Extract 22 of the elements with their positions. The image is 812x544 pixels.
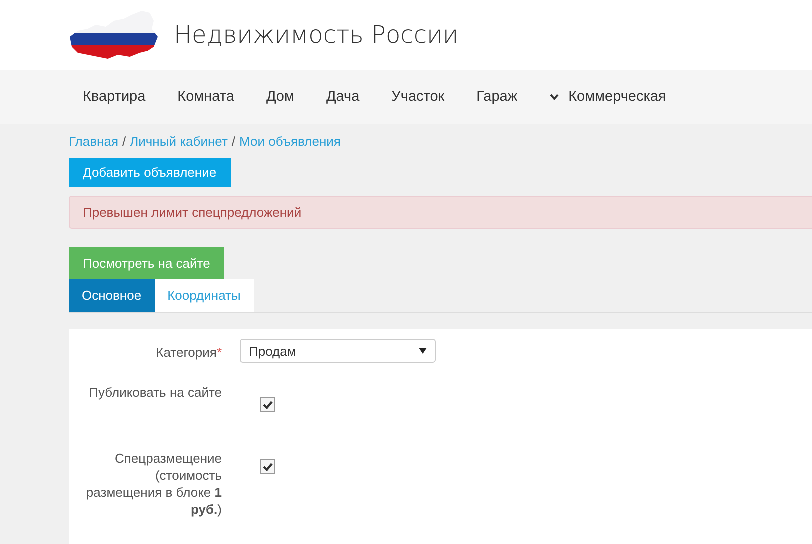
nav-link[interactable]: Квартира (83, 89, 146, 105)
alert-message: Превышен лимит спецпредложений (69, 196, 812, 229)
category-select[interactable]: Продам (240, 339, 436, 363)
checkbox[interactable] (260, 459, 275, 474)
checkmark-icon (262, 400, 272, 408)
dropdown-triangle-icon (419, 348, 427, 354)
nav-link[interactable]: Коммерческая (550, 89, 666, 105)
nav-link[interactable]: Дача (326, 89, 360, 105)
field-label: Спецразмещение (стоимость размещения в блоке 1 руб.) (85, 450, 222, 518)
nav-link[interactable]: Комната (178, 89, 234, 105)
nav-link[interactable]: Участок (392, 89, 445, 105)
caret-icon (550, 94, 559, 100)
checkmark-icon (262, 462, 272, 470)
checkbox[interactable] (260, 397, 275, 412)
nav-link[interactable]: Дом (266, 89, 294, 105)
nav-link[interactable]: Гараж (476, 89, 518, 105)
field-label: Публиковать на сайте (88, 384, 222, 401)
breadcrumb-separator: / (232, 134, 236, 150)
breadcrumb-separator: / (122, 134, 126, 150)
field-label: Категория* (155, 344, 222, 361)
tab[interactable]: Основное (69, 279, 155, 312)
site-title: Недвижимость России (174, 21, 459, 49)
